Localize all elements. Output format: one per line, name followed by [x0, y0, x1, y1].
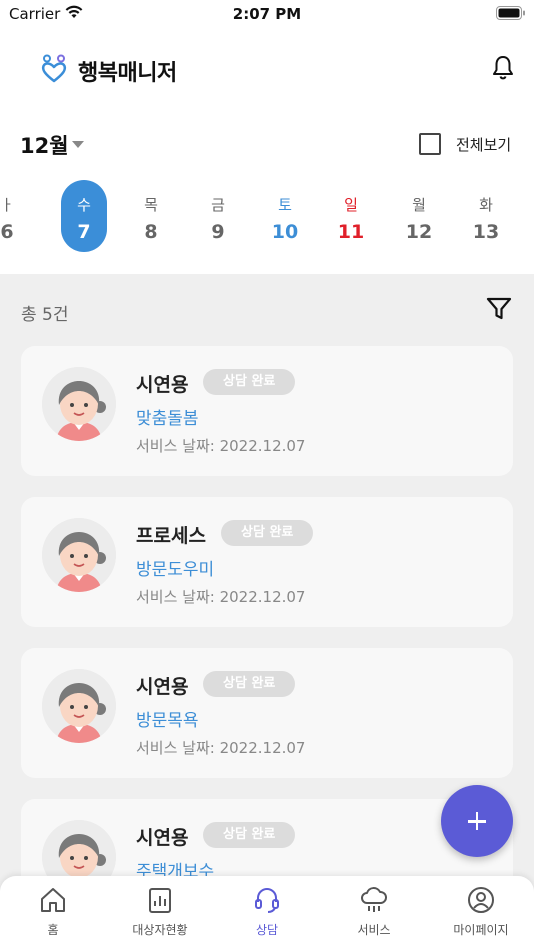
tab-label: 홈 — [47, 923, 59, 937]
day-item-saturday[interactable]: 토 10 — [262, 180, 308, 252]
status-badge: 상담 완료 — [203, 671, 296, 697]
status-badge: 상담 완료 — [203, 369, 296, 395]
filter-icon[interactable] — [486, 297, 512, 321]
month-selector[interactable]: 12월 — [20, 130, 69, 160]
day-item-sunday[interactable]: 일 11 — [328, 180, 374, 252]
avatar — [42, 518, 116, 592]
tab-label: 대상자현황 — [132, 923, 188, 937]
week-day-strip: ㅏ 6 수 7 목 8 금 9 토 10 일 11 월 12 화 13 — [0, 180, 534, 254]
day-item-selected[interactable]: 수 7 — [61, 180, 107, 252]
client-name: 시연용 — [136, 374, 189, 396]
day-item[interactable]: 화 13 — [463, 180, 509, 252]
avatar — [42, 367, 116, 441]
tab-label: 마이페이지 — [453, 923, 509, 937]
grandmother-avatar-icon — [42, 669, 116, 743]
view-all-label[interactable]: 전체보기 — [456, 134, 511, 155]
day-of-week: 화 — [479, 196, 493, 214]
bell-icon[interactable] — [492, 55, 514, 81]
tab-consultation[interactable]: 상담 — [214, 876, 320, 950]
tab-client-status[interactable]: 대상자현황 — [107, 876, 213, 950]
service-type: 방문도우미 — [136, 560, 215, 580]
month-row: 12월 전체보기 — [0, 128, 534, 162]
day-number: 12 — [405, 221, 433, 243]
day-number: 9 — [211, 221, 225, 243]
consultation-card[interactable]: 시연용 상담 완료 맞춤돌봄 서비스 날짜: 2022.12.07 — [21, 346, 513, 476]
service-type: 방문목욕 — [136, 711, 199, 731]
day-of-week: 일 — [344, 196, 358, 214]
day-number: 6 — [0, 221, 14, 243]
total-count: 총 5건 — [21, 305, 69, 325]
day-number: 8 — [144, 221, 158, 243]
home-icon — [41, 888, 65, 912]
tab-label: 서비스 — [357, 923, 391, 937]
battery-icon — [496, 6, 525, 20]
add-consultation-button[interactable] — [441, 785, 513, 857]
tab-my-page[interactable]: 마이페이지 — [428, 876, 534, 950]
avatar — [42, 669, 116, 743]
status-badge: 상담 완료 — [203, 822, 296, 848]
day-number: 7 — [77, 221, 91, 243]
day-item[interactable]: 월 12 — [396, 180, 442, 252]
heart-people-logo-icon — [41, 54, 67, 83]
client-name: 시연용 — [136, 827, 189, 849]
day-number: 11 — [337, 221, 365, 243]
client-name: 프로세스 — [136, 525, 206, 547]
service-date: 서비스 날짜: 2022.12.07 — [136, 437, 306, 455]
day-number: 10 — [271, 221, 299, 243]
cloud-icon — [361, 887, 387, 912]
app-title: 행복매니저 — [78, 61, 177, 86]
day-of-week: 월 — [412, 196, 426, 214]
headset-icon — [255, 888, 279, 913]
app-header: 행복매니저 — [0, 50, 534, 90]
report-icon — [149, 888, 171, 913]
grandmother-avatar-icon — [42, 518, 116, 592]
day-of-week: 토 — [278, 196, 292, 214]
service-type: 맞춤돌봄 — [136, 409, 199, 429]
consultation-card[interactable]: 프로세스 상담 완료 방문도우미 서비스 날짜: 2022.12.07 — [21, 497, 513, 627]
service-date: 서비스 날짜: 2022.12.07 — [136, 739, 306, 757]
day-of-week: 수 — [77, 196, 91, 214]
status-badge: 상담 완료 — [221, 520, 314, 546]
view-all-checkbox[interactable] — [419, 133, 441, 155]
chevron-down-icon[interactable] — [72, 141, 84, 148]
day-of-week: 금 — [211, 196, 225, 214]
client-name: 시연용 — [136, 676, 189, 698]
consultation-card[interactable]: 시연용 상담 완료 방문목욕 서비스 날짜: 2022.12.07 — [21, 648, 513, 778]
tab-label: 상담 — [255, 923, 279, 937]
day-item[interactable]: 목 8 — [128, 180, 174, 252]
service-date: 서비스 날짜: 2022.12.07 — [136, 588, 306, 606]
day-number: 13 — [472, 221, 500, 243]
day-item[interactable]: 금 9 — [195, 180, 241, 252]
day-item[interactable]: ㅏ 6 — [0, 180, 30, 252]
bottom-tab-bar: 홈 대상자현황 상담 서비스 마이페이지 — [0, 876, 534, 950]
clock: 2:07 PM — [232, 5, 302, 23]
user-circle-icon — [468, 887, 494, 913]
status-bar: Carrier 2:07 PM — [0, 0, 534, 30]
grandmother-avatar-icon — [42, 367, 116, 441]
day-of-week: ㅏ — [0, 196, 14, 214]
day-of-week: 목 — [144, 196, 158, 214]
tab-home[interactable]: 홈 — [0, 876, 106, 950]
tab-service[interactable]: 서비스 — [321, 876, 427, 950]
